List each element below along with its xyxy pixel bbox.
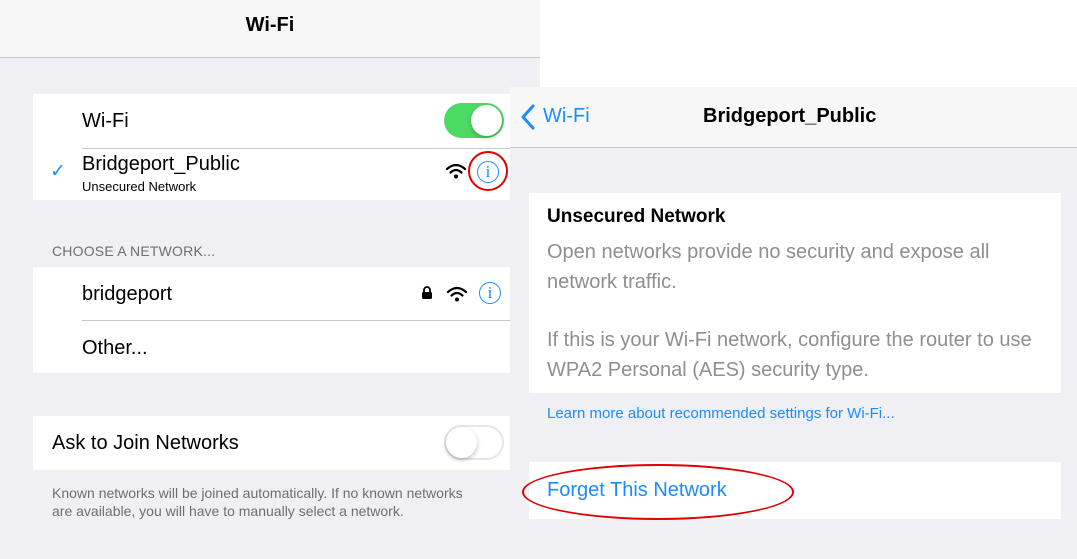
network-detail-title: Bridgeport_Public (703, 105, 877, 127)
toggle-knob (471, 105, 502, 136)
section-header: CHOOSE A NETWORK... (52, 243, 216, 259)
wifi-icon (445, 163, 467, 179)
ask-to-join-switch[interactable] (444, 425, 504, 460)
divider (82, 320, 511, 321)
wifi-toggle-label: Wi-Fi (82, 110, 129, 132)
divider (82, 148, 511, 149)
learn-more-link[interactable]: Learn more about recommended settings fo… (547, 405, 895, 422)
wifi-toggle-switch[interactable] (444, 103, 504, 138)
connected-network-subtitle: Unsecured Network (82, 179, 197, 194)
info-icon[interactable]: i (479, 282, 501, 304)
connected-network-name[interactable]: Bridgeport_Public (82, 153, 240, 176)
page-title: Wi-Fi (245, 14, 295, 36)
lock-icon (422, 286, 432, 299)
chevron-left-icon[interactable] (520, 104, 536, 130)
network-name[interactable]: bridgeport (82, 283, 172, 306)
info-icon[interactable]: i (477, 161, 499, 183)
security-description: Open networks provide no security and ex… (547, 241, 990, 293)
wifi-icon (446, 286, 468, 302)
forget-network-button[interactable]: Forget This Network (547, 479, 727, 502)
ask-to-join-footer: Known networks will be joined automatica… (52, 485, 463, 519)
ask-to-join-label: Ask to Join Networks (52, 432, 239, 454)
checkmark-icon: ✓ (50, 161, 66, 182)
other-network-item[interactable]: Other... (82, 337, 148, 360)
back-button[interactable]: Wi-Fi (543, 105, 590, 128)
security-recommendation: If this is your Wi-Fi network, configure… (547, 329, 1032, 381)
toggle-knob (446, 427, 477, 458)
security-heading: Unsecured Network (547, 206, 726, 227)
